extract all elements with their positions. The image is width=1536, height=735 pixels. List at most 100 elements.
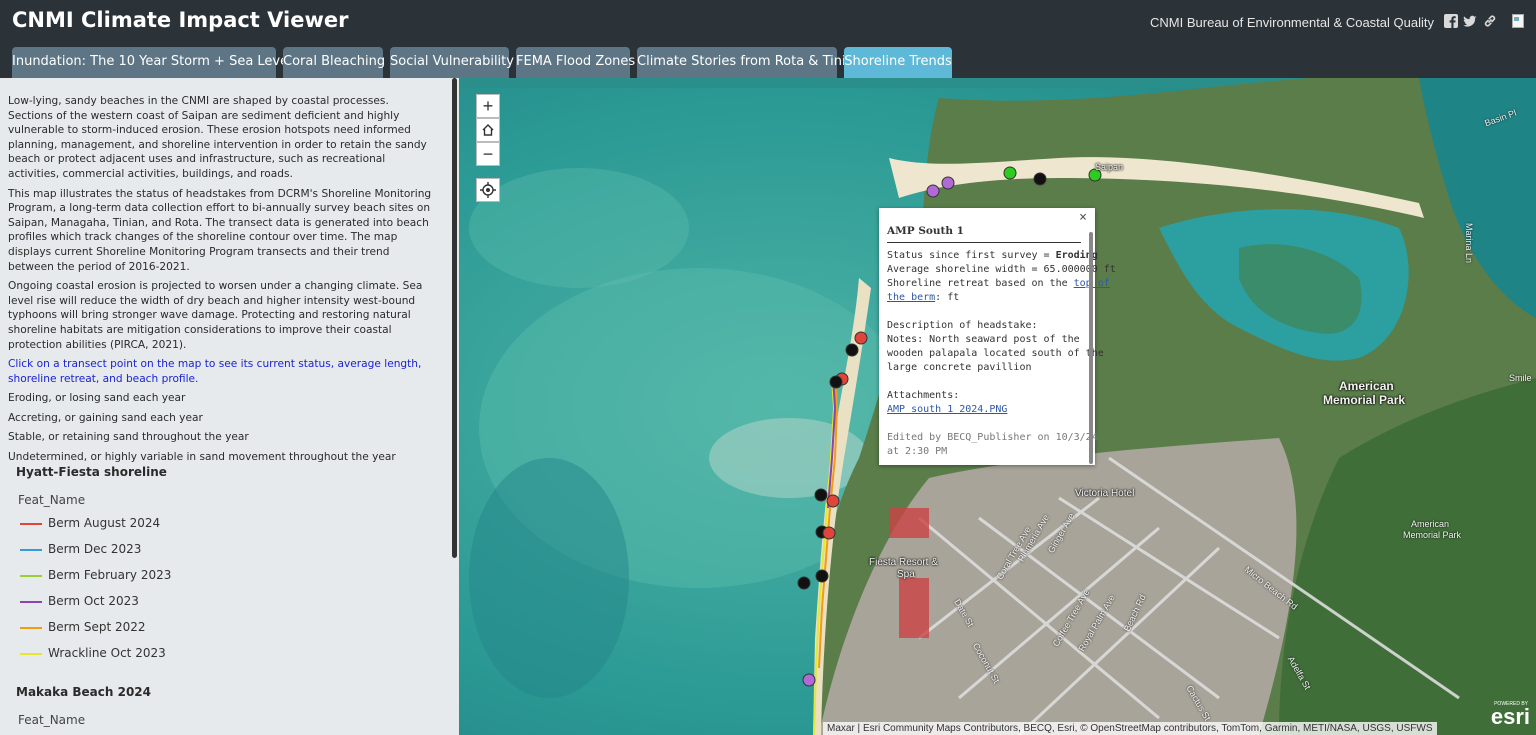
popup-desc-line: wooden palapala located south of the [887, 348, 1104, 359]
popup-status-prefix: Status since first survey = [887, 250, 1056, 261]
facebook-icon[interactable] [1444, 14, 1458, 28]
climate-paragraph: Ongoing coastal erosion is projected to … [8, 280, 423, 351]
popup-desc-line: large concrete pavillion [887, 362, 1032, 373]
tab-coral-bleaching[interactable]: Coral Bleaching [283, 47, 385, 78]
popup-edited-line: Edited by BECQ_Publisher on 10/3/24 [887, 432, 1098, 443]
tab-climate-stories[interactable]: Climate Stories from Rota & Tinian [637, 47, 862, 78]
legend-item: Berm Dec 2023 [20, 542, 141, 556]
legend-item-label: Berm Sept 2022 [48, 620, 146, 634]
transect-point[interactable] [926, 184, 940, 198]
sidebar-panel: Low-lying, sandy beaches in the CNMI are… [0, 78, 459, 735]
transect-point[interactable] [941, 176, 955, 190]
map-view[interactable]: Saipan American Memorial Park American M… [459, 78, 1536, 735]
street-label: Marina Ln [1464, 222, 1475, 264]
status-accreting: Accreting, or gaining sand each year [8, 411, 203, 424]
map-label-fiesta-resort: Fiesta Resort & [869, 557, 938, 568]
tab-fema-flood-zones[interactable]: FEMA Flood Zones [516, 47, 635, 78]
transect-point[interactable] [797, 576, 811, 590]
legend-item: Berm Sept 2022 [20, 620, 146, 634]
legend-field-name: Feat_Name [18, 713, 86, 727]
instructions-paragraph: Click on a transect point on the map to … [8, 358, 422, 385]
link-icon[interactable] [1483, 14, 1497, 28]
popup-desc-label: Description of headstake: [887, 320, 1038, 331]
legend-swatch [20, 600, 42, 603]
broken-image-icon [1512, 14, 1524, 28]
popup-retreat-line: Shoreline retreat based on the top of [887, 277, 1110, 291]
map-label-american: American [1339, 379, 1394, 393]
legend-item-label: Wrackline Oct 2023 [48, 646, 166, 660]
transect-point[interactable] [1003, 166, 1017, 180]
legend-field-name: Feat_Name [18, 493, 86, 507]
legend-item: Berm February 2023 [20, 568, 171, 582]
esri-logo[interactable]: esri [1491, 706, 1530, 728]
legend-item-label: Berm Oct 2023 [48, 594, 139, 608]
status-undetermined: Undetermined, or highly variable in sand… [8, 451, 396, 464]
twitter-icon[interactable] [1463, 14, 1477, 28]
legend-swatch [20, 548, 42, 551]
map-attribution: Maxar | Esri Community Maps Contributors… [823, 722, 1437, 735]
legend-swatch [20, 522, 42, 525]
home-button[interactable] [476, 118, 500, 142]
attachment-link[interactable]: AMP south 1 2024.PNG [887, 403, 1079, 417]
legend-swatch [20, 574, 42, 577]
legend-item-label: Berm August 2024 [48, 516, 161, 530]
legend-item: Berm Oct 2023 [20, 594, 139, 608]
transect-point[interactable] [854, 331, 868, 345]
legend-item-label: Berm February 2023 [48, 568, 172, 582]
transect-point[interactable] [822, 526, 836, 540]
popup-attachments-label: Attachments: [887, 390, 960, 401]
popup-body: Status since first survey = Eroding Aver… [887, 249, 1116, 459]
popup-status-line: Status since first survey = Eroding [887, 249, 1098, 263]
popup-retreat-prefix: Shoreline retreat based on the [887, 278, 1074, 289]
zoom-in-button[interactable]: + [476, 94, 500, 118]
popup-desc-line: Notes: North seaward post of the [887, 334, 1080, 345]
app-header: CNMI Climate Impact Viewer CNMI Bureau o… [0, 0, 1536, 78]
org-name: CNMI Bureau of Environmental & Coastal Q… [1150, 15, 1434, 30]
zoom-out-button[interactable]: − [476, 142, 500, 166]
status-eroding: Eroding, or losing sand each year [8, 392, 186, 405]
map-description-paragraph: This map illustrates the status of heads… [8, 187, 432, 273]
popup-retreat-line-2: the berm: ft [887, 291, 1079, 305]
intro-paragraph: Low-lying, sandy beaches in the CNMI are… [8, 95, 427, 180]
feature-popup: AMP South 1 × Status since first survey … [879, 208, 1116, 465]
popup-width-line: Average shoreline width = 65.000000 ft [887, 264, 1116, 275]
legend-group-title: Makaka Beach 2024 [16, 685, 151, 699]
legend-item-label: Berm Dec 2023 [48, 542, 142, 556]
transect-point[interactable] [826, 494, 840, 508]
tab-inundation[interactable]: Inundation: The 10 Year Storm + Sea Leve… [12, 47, 323, 78]
popup-scrollbar[interactable] [1089, 232, 1093, 464]
sidebar-scrollbar[interactable] [452, 78, 457, 558]
transect-point[interactable] [802, 673, 816, 687]
transect-point[interactable] [814, 488, 828, 502]
transect-point[interactable] [829, 375, 843, 389]
map-label-memorial-park: Memorial Park [1323, 393, 1406, 407]
street-label: Smile [1509, 373, 1532, 383]
map-label-memorial-park-small: Memorial Park [1403, 530, 1462, 540]
app-title: CNMI Climate Impact Viewer [12, 8, 349, 32]
map-label-fiesta-spa: Spa [897, 569, 915, 580]
locate-icon [480, 182, 496, 198]
top-of-berm-link[interactable]: the berm [887, 292, 935, 303]
legend-swatch [20, 652, 42, 655]
legend-item: Berm August 2024 [20, 516, 160, 530]
home-icon [482, 124, 494, 136]
legend-swatch [20, 626, 42, 629]
sidebar-text: Low-lying, sandy beaches in the CNMI are… [8, 94, 436, 470]
transect-point[interactable] [1033, 172, 1047, 186]
popup-divider [887, 242, 1081, 243]
locate-button[interactable] [476, 178, 500, 202]
legend-item: Wrackline Oct 2023 [20, 646, 166, 660]
tab-social-vulnerability[interactable]: Social Vulnerability [390, 47, 514, 78]
transect-point[interactable] [845, 343, 859, 357]
status-stable: Stable, or retaining sand throughout the… [8, 431, 249, 444]
popup-close-button[interactable]: × [1079, 211, 1087, 225]
transect-point[interactable] [815, 569, 829, 583]
tab-shoreline-trends[interactable]: Shoreline Trends [844, 47, 952, 78]
map-label-victoria-hotel: Victoria Hotel [1075, 488, 1135, 499]
popup-title: AMP South 1 [887, 225, 964, 237]
popup-retreat-suffix: : ft [935, 292, 960, 303]
popup-edited-line: at 2:30 PM [887, 446, 948, 457]
legend-group-title: Hyatt-Fiesta shoreline [16, 465, 167, 479]
map-label-saipan: Saipan [1095, 162, 1124, 172]
map-label-american-small: American [1411, 519, 1450, 529]
